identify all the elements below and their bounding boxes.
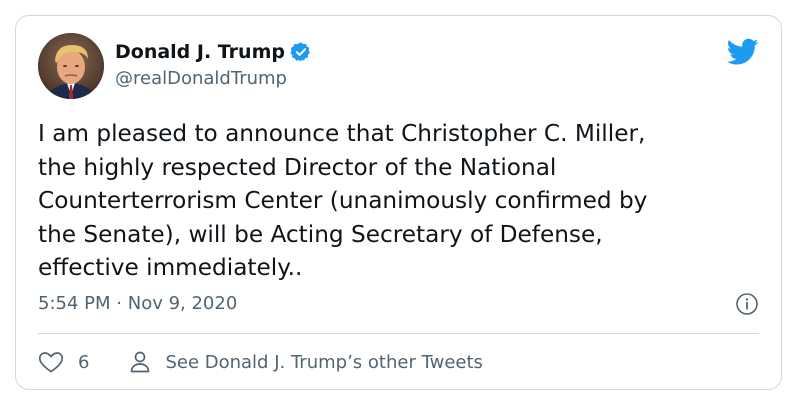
tweet-timestamp[interactable]: 5:54 PM · Nov 9, 2020 <box>38 293 237 314</box>
tweet-card[interactable]: Donald J. Trump @realDonaldTrump I am pl… <box>15 15 782 390</box>
tweet-text-line: Counterterrorism Center (unanimously con… <box>38 187 648 214</box>
tweet-text-line: I am pleased to announce that Christophe… <box>38 120 646 147</box>
display-name[interactable]: Donald J. Trump <box>115 41 285 63</box>
tweet-date[interactable]: Nov 9, 2020 <box>128 293 238 314</box>
tweet-text-line: effective immediately.. <box>38 254 303 281</box>
tweet-text: I am pleased to announce that Christophe… <box>38 117 758 285</box>
author-name-row[interactable]: Donald J. Trump <box>115 40 312 64</box>
timestamp-separator: · <box>116 293 122 314</box>
see-other-tweets-link[interactable]: See Donald J. Trump’s other Tweets <box>165 352 482 373</box>
tweet-text-line: the highly respected Director of the Nat… <box>38 153 557 181</box>
tweet-text-line: the Senate), will be Acting Secretary of… <box>38 220 603 248</box>
verified-badge-icon <box>290 41 312 63</box>
info-icon[interactable] <box>735 292 759 316</box>
author-handle[interactable]: @realDonaldTrump <box>115 68 287 89</box>
tweet-time[interactable]: 5:54 PM <box>38 293 111 314</box>
user-icon[interactable] <box>129 350 151 374</box>
tweet-actions: 6 See Donald J. Trump’s other Tweets <box>38 349 483 375</box>
heart-icon[interactable] <box>38 350 64 374</box>
twitter-bird-icon[interactable] <box>726 38 759 66</box>
avatar[interactable] <box>38 33 104 99</box>
like-count[interactable]: 6 <box>78 352 89 373</box>
avatar-image <box>38 33 104 99</box>
divider <box>38 333 759 334</box>
